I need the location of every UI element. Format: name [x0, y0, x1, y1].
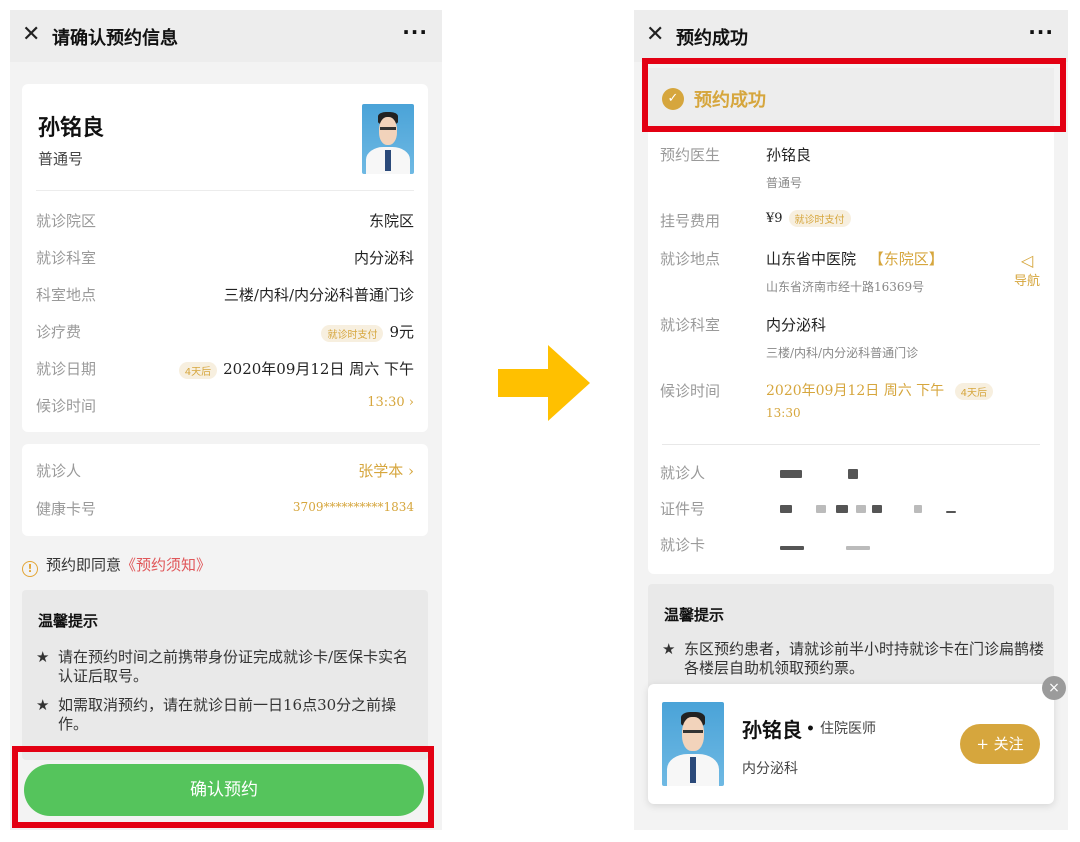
- star-icon: ★: [36, 648, 50, 666]
- redacted-block: [780, 546, 804, 550]
- card-label: 就诊卡: [660, 536, 706, 554]
- doctor-follow-popup: 孙铭良 • 住院医师 内分泌科 + 关注: [648, 684, 1054, 804]
- tip-item: ★ 请在预约时间之前携带身份证完成就诊卡/医保卡实名认证后取号。: [36, 648, 409, 685]
- agreement-prefix: 预约即同意: [46, 556, 122, 574]
- location-label: 科室地点: [36, 286, 97, 304]
- fee-amount: 9元: [389, 323, 414, 341]
- doctor-name: 孙铭良: [38, 115, 105, 141]
- redacted-block: [872, 505, 882, 513]
- tips-title: 温馨提示: [664, 606, 725, 624]
- warning-icon: !: [22, 561, 38, 577]
- tip-item: ★ 如需取消预约，请在就诊日前一日16点30分之前操作。: [36, 696, 397, 733]
- agreement-row: ! 预约即同意《预约须知》: [22, 554, 211, 577]
- confirm-appointment-screen: ✕ 请确认预约信息 ··· 孙铭良 普通号 就诊院区 东院区 就诊科室 内分泌科…: [10, 10, 442, 830]
- doctor-avatar: [362, 104, 414, 174]
- doctor-level: 普通号: [38, 150, 84, 168]
- page-title: 请确认预约信息: [52, 28, 178, 49]
- tips-box: 温馨提示 ★ 请在预约时间之前携带身份证完成就诊卡/医保卡实名认证后取号。 ★ …: [22, 590, 428, 760]
- pay-badge: 就诊时支付: [321, 324, 384, 342]
- close-popup-icon[interactable]: ×: [1042, 676, 1066, 700]
- arrow-right-icon: [498, 345, 590, 421]
- hospital-name: 山东省中医院: [766, 250, 857, 268]
- navigation-label: 导航: [1013, 274, 1040, 289]
- star-icon: ★: [36, 696, 50, 714]
- highlight-frame: [642, 58, 1066, 132]
- date-text: 2020年09月12日 周六 下午: [223, 360, 414, 378]
- more-icon[interactable]: ···: [1028, 20, 1054, 44]
- days-badge: 4天后: [954, 382, 993, 400]
- dept-label: 就诊科室: [36, 249, 97, 267]
- fee-value: ¥9 就诊时支付: [766, 210, 857, 227]
- fee-label: 诊疗费: [36, 323, 82, 341]
- wait-date: 2020年09月12日 周六 下午: [766, 383, 945, 399]
- divider: [662, 444, 1040, 445]
- fee-value: 就诊时支付 9元: [321, 321, 414, 342]
- follow-button[interactable]: + 关注: [960, 724, 1040, 764]
- location-label: 就诊地点: [660, 250, 721, 268]
- wait-time-value: 2020年09月12日 周六 下午 4天后: [766, 380, 999, 400]
- id-label: 证件号: [660, 500, 706, 518]
- campus-value: 东院区: [368, 212, 414, 230]
- redacted-block: [836, 505, 848, 513]
- dept-value: 内分泌科: [766, 316, 827, 334]
- top-bar: ✕ 请确认预约信息 ···: [10, 10, 442, 62]
- popup-doctor-dept: 内分泌科: [742, 761, 798, 777]
- star-icon: ★: [662, 640, 676, 658]
- wait-time-label: 候诊时间: [36, 397, 97, 415]
- wait-clock: 13:30: [766, 406, 801, 420]
- wait-time-value[interactable]: 13:30 ›: [367, 395, 414, 410]
- redacted-block: [780, 470, 802, 478]
- patient-label: 就诊人: [660, 464, 706, 482]
- address: 山东省济南市经十路16369号: [766, 280, 925, 294]
- campus-name: 【东院区】: [868, 250, 944, 268]
- date-value: 4天后 2020年09月12日 周六 下午: [178, 358, 414, 379]
- dept-label: 就诊科室: [660, 316, 721, 334]
- doctor-avatar: [662, 702, 724, 786]
- navigation-button[interactable]: ◁ 导航: [1010, 251, 1044, 290]
- top-bar: ✕ 预约成功 ···: [634, 10, 1068, 62]
- redacted-block: [914, 505, 922, 513]
- doctor-level: 普通号: [766, 176, 803, 190]
- page-title: 预约成功: [676, 28, 748, 49]
- navigation-icon: ◁: [1020, 251, 1034, 270]
- close-icon[interactable]: ✕: [22, 22, 40, 48]
- location-value: 山东省中医院 【东院区】: [766, 248, 944, 269]
- days-badge: 4天后: [178, 361, 218, 379]
- redacted-block: [780, 505, 792, 513]
- redacted-block: [816, 505, 826, 513]
- appointment-success-screen: ✕ 预约成功 ··· ✓ 预约成功 预约医生 孙铭良 普通号 挂号费用 ¥9 就诊…: [634, 10, 1068, 830]
- redacted-block: [856, 505, 866, 513]
- appointment-notice-link[interactable]: 《预约须知》: [121, 556, 211, 574]
- location-value: 三楼/内科/内分泌科普通门诊: [223, 286, 414, 304]
- redacted-block: [946, 511, 956, 513]
- health-card-value: 3709**********1834: [292, 500, 414, 514]
- dept-value: 内分泌科: [353, 249, 414, 267]
- health-card-label: 健康卡号: [36, 500, 97, 518]
- campus-label: 就诊院区: [36, 212, 97, 230]
- divider: [36, 190, 414, 191]
- appointment-info-card: 孙铭良 普通号 就诊院区 东院区 就诊科室 内分泌科 科室地点 三楼/内科/内分…: [22, 84, 428, 432]
- redacted-block: [846, 546, 870, 550]
- fee-label: 挂号费用: [660, 212, 721, 230]
- popup-doctor-title: 住院医师: [820, 721, 876, 737]
- fee-amount: ¥9: [766, 211, 783, 226]
- patient-value[interactable]: 张学本 ›: [358, 460, 414, 481]
- redacted-block: [848, 469, 858, 479]
- tip-item: ★ 东区预约患者，请就诊前半小时持就诊卡在门诊扁鹊楼各楼层自助机领取预约票。: [662, 640, 1045, 677]
- doctor-label: 预约医生: [660, 146, 721, 164]
- more-icon[interactable]: ···: [402, 20, 428, 44]
- date-label: 就诊日期: [36, 360, 97, 378]
- patient-card: 就诊人 张学本 › 健康卡号 3709**********1834: [22, 444, 428, 536]
- doctor-name: 孙铭良: [766, 146, 812, 164]
- popup-doctor-name: 孙铭良 •: [742, 718, 815, 742]
- patient-label: 就诊人: [36, 462, 82, 480]
- wait-time-label: 候诊时间: [660, 382, 721, 400]
- pay-badge: 就诊时支付: [788, 210, 851, 227]
- highlight-frame: [12, 746, 434, 828]
- tips-title: 温馨提示: [38, 612, 99, 630]
- close-icon[interactable]: ✕: [646, 22, 664, 48]
- dept-sub: 三楼/内科/内分泌科普通门诊: [766, 346, 919, 360]
